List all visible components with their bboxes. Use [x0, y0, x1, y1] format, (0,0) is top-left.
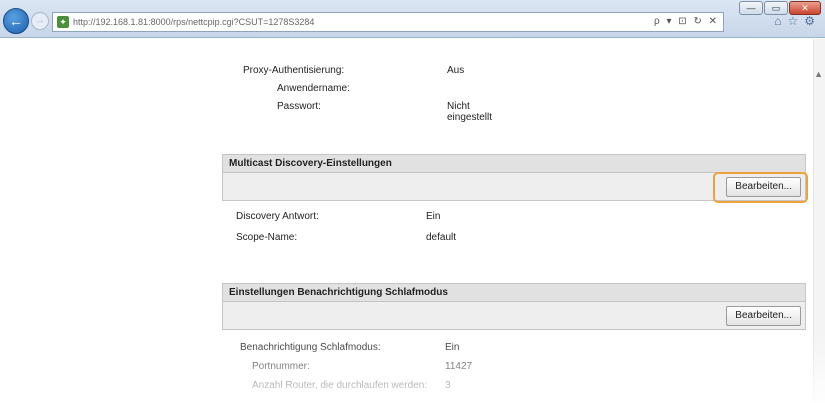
proxy-username-row: Anwendername:: [222, 83, 350, 94]
arrow-right-icon: →: [35, 15, 45, 26]
address-tools[interactable]: ρ ▾ ⊡ ↻ ✕: [654, 16, 719, 27]
proxy-password-value: Nicht eingestellt: [447, 101, 493, 123]
proxy-password-row: Passwort: Nicht eingestellt: [222, 101, 492, 123]
maximize-button[interactable]: ▭: [764, 1, 788, 15]
close-window-button[interactable]: ✕: [789, 1, 821, 15]
sleep-notify-label: Benachrichtigung Schlafmodus:: [240, 342, 381, 353]
sleep-edit-button[interactable]: Bearbeiten...: [726, 306, 801, 326]
minimize-button[interactable]: —: [739, 1, 763, 15]
scroll-up-icon[interactable]: ▲: [814, 69, 823, 79]
page-content: ▲ Proxy-Authentisierung: Aus Anwendernam…: [0, 39, 825, 403]
multicast-section-header: Multicast Discovery-Einstellungen: [222, 154, 806, 173]
proxy-auth-value: Aus: [447, 65, 465, 76]
scope-name-label: Scope-Name:: [236, 232, 298, 243]
gear-icon[interactable]: ⚙: [804, 14, 821, 28]
arrow-left-icon: ←: [9, 13, 23, 29]
routers-row: Anzahl Router, die durchlaufen werden: 3: [222, 380, 451, 391]
port-number-row: Portnummer: 11427: [222, 361, 472, 372]
sleep-section-title: Einstellungen Benachrichtigung Schlafmod…: [229, 287, 448, 298]
sleep-button-bar: Bearbeiten...: [222, 302, 806, 330]
proxy-auth-label: Proxy-Authentisierung:: [243, 65, 345, 76]
home-icon[interactable]: ⌂: [774, 14, 787, 28]
vertical-scrollbar[interactable]: ▲: [813, 39, 825, 403]
address-bar[interactable]: ✦ http://192.168.1.81:8000/rps/nettcpip.…: [52, 12, 724, 32]
highlight-frame: [713, 172, 808, 203]
site-favicon-icon: ✦: [57, 16, 69, 28]
discovery-response-row: Discovery Antwort: Ein: [222, 211, 440, 222]
address-url[interactable]: http://192.168.1.81:8000/rps/nettcpip.cg…: [73, 17, 673, 27]
browser-toolbar: — ▭ ✕ ← → ✦ http://192.168.1.81:8000/rps…: [0, 0, 825, 38]
discovery-response-label: Discovery Antwort:: [236, 211, 319, 222]
multicast-section-title: Multicast Discovery-Einstellungen: [229, 158, 392, 169]
window-controls: — ▭ ✕: [739, 1, 821, 15]
sleep-notify-row: Benachrichtigung Schlafmodus: Ein: [222, 342, 459, 353]
settings-panel: Proxy-Authentisierung: Aus Anwendername:…: [222, 39, 810, 403]
proxy-password-label: Passwort:: [277, 101, 321, 112]
scope-name-row: Scope-Name: default: [222, 232, 456, 243]
discovery-response-value: Ein: [426, 211, 441, 222]
port-number-label: Portnummer:: [252, 361, 310, 372]
routers-label: Anzahl Router, die durchlaufen werden:: [252, 380, 428, 391]
scope-name-value: default: [426, 232, 457, 243]
proxy-auth-row: Proxy-Authentisierung: Aus: [222, 65, 464, 76]
sleep-notify-value: Ein: [445, 342, 460, 353]
forward-button[interactable]: →: [31, 12, 49, 30]
proxy-username-label: Anwendername:: [277, 83, 350, 94]
back-button[interactable]: ←: [3, 8, 29, 34]
star-icon[interactable]: ☆: [787, 14, 804, 28]
routers-value: 3: [445, 380, 451, 391]
browser-right-icons: ⌂☆⚙: [774, 14, 821, 28]
port-number-value: 11427: [445, 361, 473, 372]
sleep-section-header: Einstellungen Benachrichtigung Schlafmod…: [222, 283, 806, 302]
